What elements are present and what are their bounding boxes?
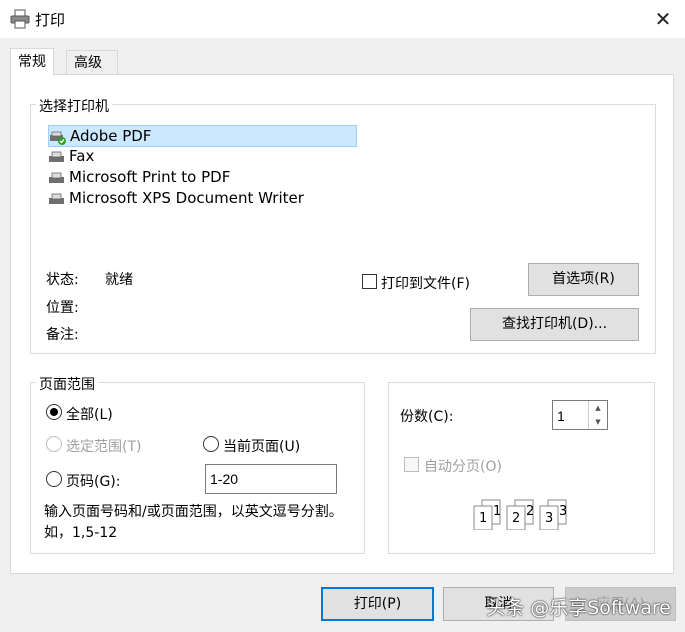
- close-icon: ✕: [654, 7, 672, 31]
- page-numbers-radio[interactable]: [46, 471, 62, 487]
- collate-page-number: 1: [479, 511, 488, 526]
- title-bar: [0, 0, 685, 38]
- spin-down-icon[interactable]: ▼: [588, 415, 607, 429]
- collate-page-number: 3: [559, 504, 568, 519]
- comment-label: 备注:: [46, 327, 79, 343]
- copies-label: 份数(C):: [400, 409, 454, 425]
- printer-list[interactable]: Adobe PDF Fax Microsoft Print to PDF Mic…: [48, 124, 358, 210]
- collate-checkbox: [404, 457, 419, 472]
- printer-name: Microsoft Print to PDF: [69, 168, 231, 186]
- printer-icon: [48, 192, 66, 206]
- printer-icon: [48, 171, 66, 185]
- status-label: 状态:: [46, 272, 79, 288]
- selection-label: 选定范围(T): [66, 439, 142, 455]
- current-page-label[interactable]: 当前页面(U): [223, 436, 300, 456]
- printer-item-adobe-pdf[interactable]: Adobe PDF: [48, 125, 357, 147]
- status-value: 就绪: [105, 272, 133, 288]
- copies-spinner[interactable]: ▲ ▼: [552, 400, 608, 431]
- spin-up-icon[interactable]: ▲: [588, 401, 607, 415]
- collate-label: 自动分页(O): [424, 459, 502, 475]
- printer-name: Fax: [69, 147, 95, 165]
- fax-printer-icon: [48, 150, 66, 164]
- page-range-hint: 输入页面号码和/或页面范围，以英文逗号分割。如，1,5-12: [44, 504, 343, 541]
- printer-item-microsoft-print-to-pdf[interactable]: Microsoft Print to PDF: [48, 167, 230, 187]
- page-numbers-input[interactable]: [205, 464, 337, 494]
- printer-item-fax[interactable]: Fax: [48, 146, 94, 166]
- page-range-label: 页面范围: [36, 374, 98, 394]
- printer-name: Microsoft XPS Document Writer: [69, 189, 304, 207]
- collate-page-number: 2: [526, 504, 535, 519]
- collate-page-number: 2: [512, 511, 521, 526]
- all-pages-radio[interactable]: [46, 404, 62, 420]
- page-numbers-label[interactable]: 页码(G):: [66, 471, 121, 491]
- preferences-button[interactable]: 首选项(R): [528, 263, 639, 296]
- all-pages-label[interactable]: 全部(L): [66, 404, 113, 424]
- print-to-file-checkbox[interactable]: [362, 274, 377, 289]
- select-printer-label: 选择打印机: [36, 96, 112, 116]
- watermark: 头条 @乐享Software: [486, 597, 671, 619]
- tab-advanced[interactable]: 高级: [66, 50, 118, 75]
- collate-page-number: 1: [493, 504, 502, 519]
- printer-icon: [10, 9, 30, 29]
- tab-general[interactable]: 常规: [10, 48, 54, 76]
- print-to-file-label[interactable]: 打印到文件(F): [381, 273, 470, 293]
- location-label: 位置:: [46, 300, 79, 316]
- selection-radio: [46, 436, 62, 452]
- printer-item-microsoft-xps[interactable]: Microsoft XPS Document Writer: [48, 188, 304, 208]
- close-button[interactable]: ✕: [648, 5, 678, 33]
- find-printer-button[interactable]: 查找打印机(D)...: [470, 308, 639, 341]
- printer-name: Adobe PDF: [70, 127, 152, 145]
- collate-page-number: 3: [545, 511, 554, 526]
- print-button[interactable]: 打印(P): [321, 587, 434, 621]
- window-title: 打印: [35, 11, 66, 29]
- printer-default-icon: [49, 130, 67, 145]
- copies-input[interactable]: [553, 401, 593, 431]
- current-page-radio[interactable]: [203, 436, 219, 452]
- collate-preview-icon: 1 1 2 2 3 3: [472, 498, 576, 531]
